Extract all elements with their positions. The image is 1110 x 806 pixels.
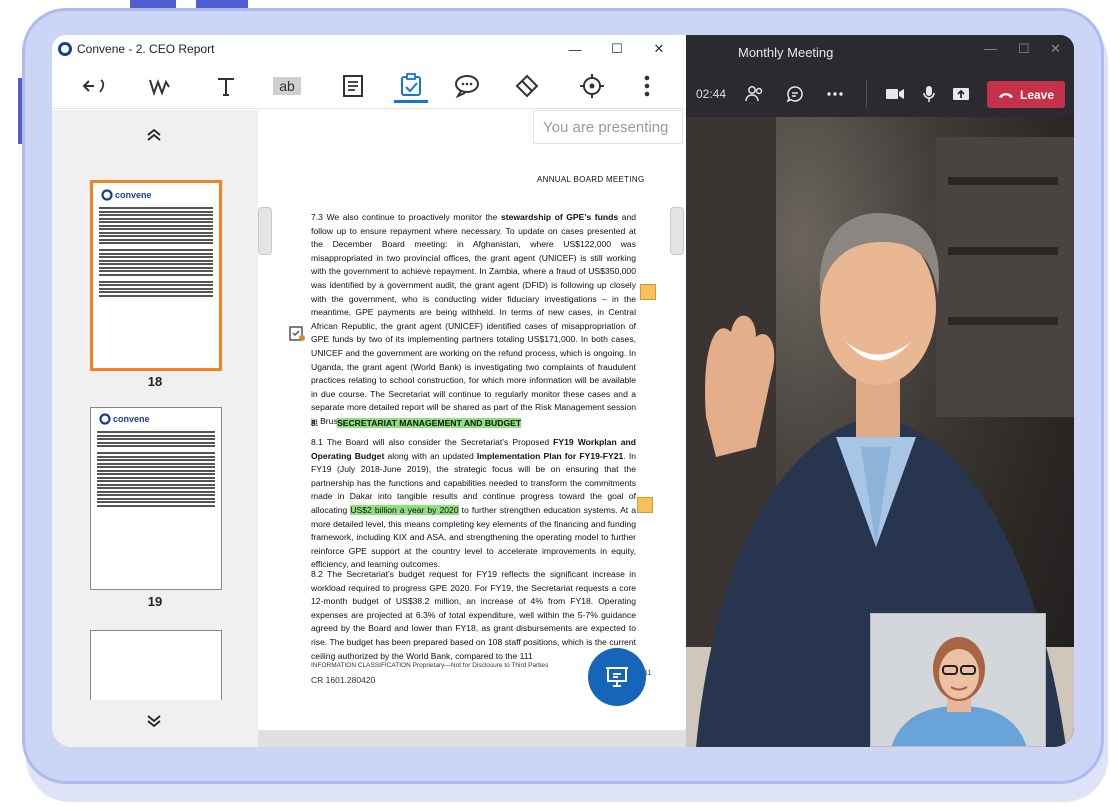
text-tool-icon[interactable] (209, 69, 243, 103)
task-check-icon[interactable] (394, 69, 428, 103)
highlighted-heading[interactable]: SECRETARIAT MANAGEMENT AND BUDGET (337, 418, 522, 428)
target-icon[interactable] (575, 69, 609, 103)
sticky-note-icon[interactable] (637, 497, 653, 513)
text-box-icon[interactable]: ab (270, 69, 304, 103)
thumbnail-page-number: 18 (147, 374, 163, 389)
self-video-feed (870, 613, 1046, 747)
comment-icon[interactable] (450, 69, 484, 103)
hang-up-icon (998, 92, 1013, 98)
paragraph-7-3: 7.3 We also continue to proactively moni… (311, 212, 636, 426)
attendee-video-image (871, 614, 1045, 746)
window-title: Convene - 2. CEO Report (77, 42, 215, 56)
section-heading: 8. SECRETARIAT MANAGEMENT AND BUDGET (311, 418, 522, 428)
meeting-title: Monthly Meeting (738, 45, 834, 60)
leave-label: Leave (1019, 87, 1055, 102)
more-icon[interactable] (630, 69, 664, 103)
participants-icon[interactable] (742, 81, 768, 107)
page-thumbnails: convene 18 convene 19 (52, 110, 258, 747)
window-controls: — ☐ ✕ (554, 35, 680, 63)
paragraph-8-1: 8.1 The Board will also consider the Sec… (311, 437, 636, 570)
thumbnail-page-number: 19 (147, 594, 163, 609)
microphone-icon[interactable] (916, 81, 942, 107)
presentation-icon (606, 667, 628, 687)
annotation-toolbar: ab (52, 63, 686, 109)
presenting-indicator: You are presenting (533, 110, 683, 144)
convene-app: Convene - 2. CEO Report — ☐ ✕ ab convene… (52, 35, 686, 747)
presentation-button[interactable] (588, 648, 646, 706)
chat-icon[interactable] (782, 81, 808, 107)
maximize-button[interactable]: ☐ (596, 35, 638, 63)
meeting-timer: 02:44 (696, 87, 727, 101)
meeting-close-button[interactable]: ✕ (1050, 41, 1061, 57)
thumbnail-page-18[interactable]: convene (90, 180, 222, 371)
meeting-minimize-button[interactable]: — (984, 41, 997, 56)
undo-redo-icon[interactable] (80, 69, 114, 103)
close-button[interactable]: ✕ (638, 35, 680, 63)
thumb-brand-label: convene (113, 414, 150, 424)
thumb-brand: convene (99, 413, 221, 425)
title-bar: Convene - 2. CEO Report — ☐ ✕ (52, 35, 686, 63)
thumbnail-page-19[interactable]: convene (90, 407, 222, 590)
right-drag-handle[interactable] (670, 207, 684, 255)
sticky-note-icon[interactable] (640, 284, 656, 300)
decor-block (130, 0, 176, 8)
minimize-button[interactable]: — (554, 35, 596, 63)
footer-reference: CR 1601.280420 (311, 675, 376, 685)
decor-block (196, 0, 248, 8)
paragraph-8-2: 8.2 The Secretariat’s budget request for… (311, 569, 636, 661)
meeting-maximize-button[interactable]: ☐ (1018, 41, 1030, 57)
leave-button[interactable]: Leave (987, 81, 1065, 108)
camera-icon[interactable] (882, 81, 908, 107)
eraser-icon[interactable] (509, 69, 543, 103)
meeting-toolbar: Monthly Meeting — ☐ ✕ 02:44 Leave (686, 35, 1074, 117)
notes-icon[interactable] (336, 69, 370, 103)
highlighted-text[interactable]: US$2 billion a year by 2020 (350, 504, 459, 515)
stage: Convene - 2. CEO Report — ☐ ✕ ab convene… (0, 0, 1110, 806)
scroll-up-chevron-icon[interactable] (146, 126, 162, 147)
convene-logo-icon (58, 42, 72, 56)
thumb-brand: convene (101, 189, 219, 201)
page-header: ANNUAL BOARD MEETING (537, 175, 645, 184)
ink-pen-icon[interactable] (144, 69, 178, 103)
tablet-screen: Convene - 2. CEO Report — ☐ ✕ ab convene… (52, 35, 1074, 747)
page-gap (258, 730, 686, 747)
svg-text:ab: ab (279, 78, 295, 94)
task-annotation-icon[interactable] (288, 324, 306, 347)
thumbnail-page-20[interactable] (90, 630, 222, 700)
footer-classification: INFORMATION CLASSIFICATION Proprietary—N… (311, 662, 549, 669)
left-drag-handle[interactable] (258, 207, 272, 255)
more-options-icon[interactable] (822, 81, 848, 107)
share-screen-icon[interactable] (948, 81, 974, 107)
thumb-brand-label: convene (115, 190, 152, 200)
scroll-down-chevron-icon[interactable] (146, 714, 162, 735)
toolbar-divider (866, 81, 867, 107)
